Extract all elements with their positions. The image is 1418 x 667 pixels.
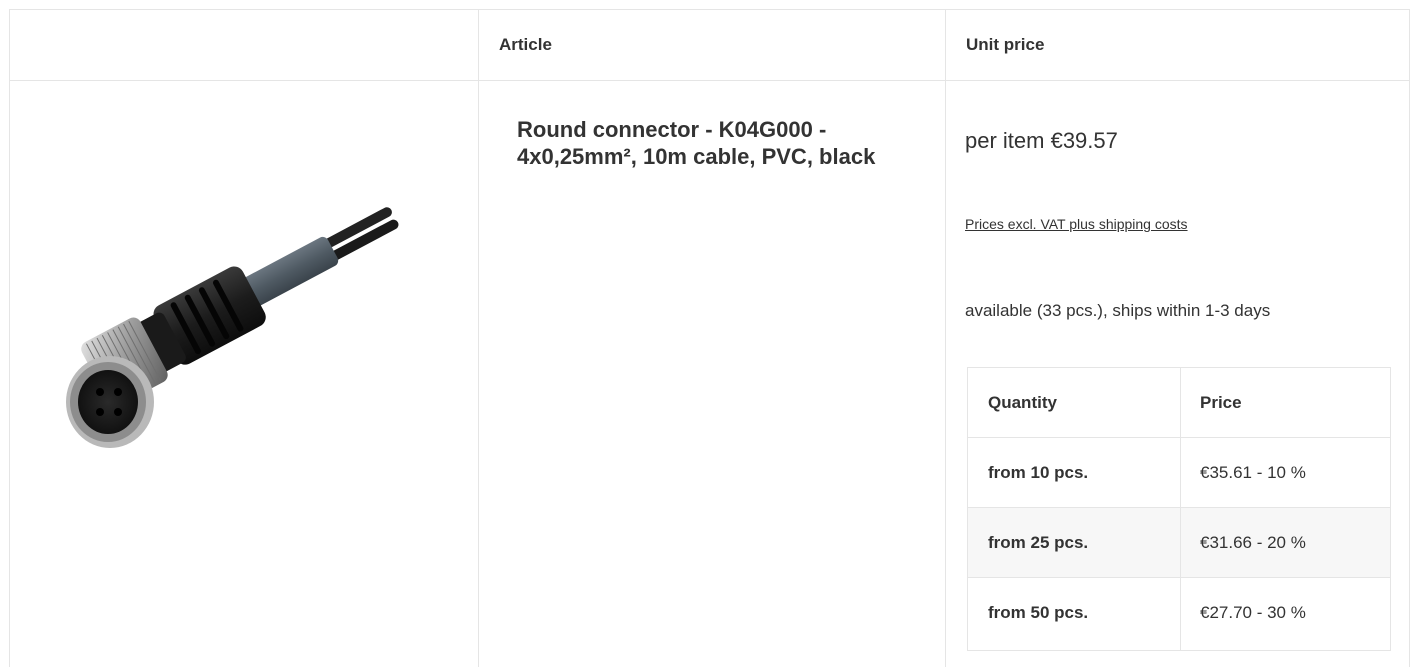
tier-price-table: Quantity Price from 10 pcs. €35.61 - 10 …: [967, 367, 1391, 651]
vat-shipping-link[interactable]: Prices excl. VAT plus shipping costs: [965, 216, 1188, 232]
column-divider: [478, 10, 479, 667]
column-divider: [945, 10, 946, 667]
round-connector-product-image[interactable]: [40, 140, 430, 480]
tier-price: €27.70 - 30 %: [1200, 603, 1306, 622]
table-row: from 10 pcs. €35.61 - 10 %: [968, 438, 1390, 508]
table-row: from 25 pcs. €31.66 - 20 %: [968, 508, 1390, 578]
tier-column-divider: [1180, 368, 1181, 650]
availability-status: available (33 pcs.), ships within 1-3 da…: [965, 301, 1271, 320]
header-divider: [10, 80, 1409, 81]
table-row: from 50 pcs. €27.70 - 30 %: [968, 578, 1390, 648]
tier-header-quantity: Quantity: [988, 392, 1057, 412]
unit-price: per item €39.57: [965, 128, 1118, 153]
tier-price: €35.61 - 10 %: [1200, 462, 1306, 482]
header-article: Article: [499, 35, 552, 54]
header-unit-price: Unit price: [966, 35, 1045, 54]
tier-header-row: Quantity Price: [968, 368, 1390, 438]
tier-quantity: from 10 pcs.: [988, 462, 1089, 482]
tier-header-price: Price: [1200, 392, 1242, 412]
tier-price: €31.66 - 20 %: [1200, 532, 1306, 552]
product-title[interactable]: Round connector - K04G000 - 4x0,25mm², 1…: [517, 116, 917, 170]
tier-quantity: from 25 pcs.: [988, 532, 1089, 552]
tier-quantity: from 50 pcs.: [988, 603, 1089, 622]
